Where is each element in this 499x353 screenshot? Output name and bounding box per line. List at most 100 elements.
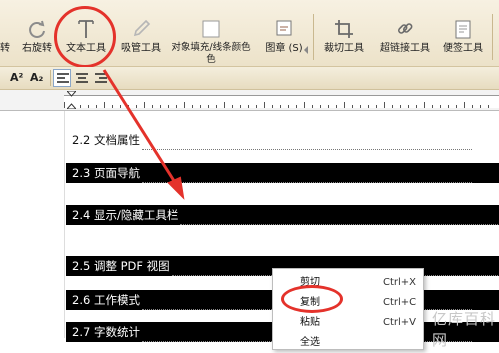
ruler-tick	[400, 105, 401, 108]
rotate-left-tool[interactable]: 转	[0, 0, 16, 66]
ruler-tick	[232, 105, 233, 108]
rotate-right-tool[interactable]: 右旋转	[17, 0, 57, 66]
align-right-button[interactable]	[93, 69, 109, 87]
subscript-button[interactable]: A₂	[30, 69, 43, 87]
eyedropper-label: 吸管工具	[121, 43, 161, 54]
link-icon	[397, 23, 413, 34]
ruler-tick	[280, 105, 281, 108]
fill-color-icon	[202, 20, 220, 38]
toc-entry-text: 2.6 工作模式	[72, 293, 140, 307]
ruler-tick	[480, 105, 481, 108]
ruler-tick	[64, 102, 65, 108]
indent-marker-icon[interactable]	[67, 91, 76, 109]
ruler-tick	[160, 105, 161, 108]
ruler-tick	[464, 102, 465, 108]
eyedropper-tool-button[interactable]: 吸管工具	[116, 0, 166, 66]
ruler-tick	[408, 105, 409, 108]
ruler-tick	[360, 105, 361, 108]
ruler-tick	[368, 105, 369, 108]
format-bar: A² A₂	[0, 67, 499, 90]
ruler-tick	[256, 105, 257, 108]
ruler-tick	[112, 105, 113, 108]
ruler-tick	[80, 105, 81, 108]
menu-item-select-all[interactable]: 全选	[273, 333, 423, 353]
ruler-tick	[456, 105, 457, 108]
toc-entry-selected[interactable]: 2.4 显示/隐藏工具栏	[66, 205, 499, 225]
ruler-tick	[216, 105, 217, 108]
menu-item-shortcut: Ctrl+X	[383, 277, 417, 288]
ruler-tick	[208, 105, 209, 108]
ruler-tick	[192, 105, 193, 108]
menu-item-label: 粘贴	[300, 317, 320, 328]
ruler-tick	[152, 105, 153, 108]
ruler-tick	[296, 105, 297, 108]
ruler-scale	[64, 95, 499, 108]
ruler-tick	[304, 102, 305, 108]
note-icon	[455, 20, 471, 39]
toc-leader-dots	[141, 168, 472, 183]
text-tool-highlight-circle	[54, 6, 116, 68]
note-tool-button[interactable]: 便签工具	[437, 0, 489, 66]
page-margin-line	[64, 111, 65, 338]
toc-leader-dots	[180, 210, 499, 225]
crop-tool-button[interactable]: 裁切工具	[318, 0, 370, 66]
fill-color-label: 对象填充/线条颜色 色	[169, 42, 253, 66]
ruler-tick	[384, 102, 385, 108]
ruler-tick	[184, 102, 185, 108]
ruler-tick	[264, 102, 265, 108]
toc-leader-dots	[141, 135, 472, 150]
fill-color-label-line2: 色	[206, 54, 216, 65]
stamp-tool-button[interactable]: 图章 (S)	[258, 0, 310, 66]
toc-entry[interactable]: 2.2 文档属性	[66, 130, 499, 150]
align-left-button[interactable]	[53, 69, 71, 87]
ruler-tick	[104, 102, 105, 108]
menu-item-label: 全选	[300, 337, 320, 348]
toc-entry-text: 2.7 字数统计	[72, 325, 140, 339]
align-center-icon	[76, 73, 88, 83]
ruler-tick	[224, 102, 225, 108]
copy-highlight-circle	[281, 285, 343, 313]
crop-icon	[335, 20, 353, 38]
ruler-tick	[176, 105, 177, 108]
toc-entry-text: 2.5 调整 PDF 视图	[72, 259, 170, 273]
align-center-button[interactable]	[74, 69, 90, 87]
fill-color-tool-button[interactable]: 对象填充/线条颜色 色	[169, 0, 253, 66]
ruler-tick	[352, 105, 353, 108]
ruler-tick	[272, 105, 273, 108]
toc-entry-text: 2.2 文档属性	[72, 133, 140, 147]
ruler-tick	[136, 105, 137, 108]
toolbar-separator	[313, 14, 314, 60]
ruler-tick	[240, 105, 241, 108]
back-arrow-icon[interactable]	[302, 45, 310, 55]
ruler-tick	[88, 105, 89, 108]
ruler-tick	[128, 105, 129, 108]
ruler-tick	[472, 105, 473, 108]
ruler-tick	[424, 102, 425, 108]
fill-color-label-line1: 对象填充/线条颜色	[171, 42, 251, 53]
ruler-tick	[344, 102, 345, 108]
watermark: 亿库百科网	[432, 310, 497, 349]
rotate-right-icon	[29, 20, 45, 38]
horizontal-ruler[interactable]	[0, 90, 499, 111]
align-right-icon	[95, 73, 107, 83]
ruler-tick	[392, 105, 393, 108]
toolbar-separator	[492, 14, 493, 60]
note-label: 便签工具	[443, 43, 483, 54]
ruler-tick	[288, 105, 289, 108]
link-tool-button[interactable]: 超链接工具	[375, 0, 435, 66]
toc-entry-text: 2.4 显示/隐藏工具栏	[72, 208, 179, 222]
menu-item-shortcut: Ctrl+C	[383, 297, 417, 308]
ruler-tick	[96, 105, 97, 108]
superscript-button[interactable]: A²	[10, 69, 23, 87]
rotate-right-label: 右旋转	[22, 43, 52, 54]
ruler-tick	[312, 105, 313, 108]
ruler-tick	[120, 105, 121, 108]
ruler-tick	[328, 105, 329, 108]
rotate-left-label: 转	[0, 43, 10, 54]
menu-item-paste[interactable]: 粘贴 Ctrl+V	[273, 313, 423, 333]
toc-entry-selected[interactable]: 2.3 页面导航	[66, 163, 499, 183]
ruler-tick	[376, 105, 377, 108]
align-left-icon	[57, 73, 69, 83]
eyedropper-icon	[133, 19, 151, 37]
ruler-tick	[200, 105, 201, 108]
